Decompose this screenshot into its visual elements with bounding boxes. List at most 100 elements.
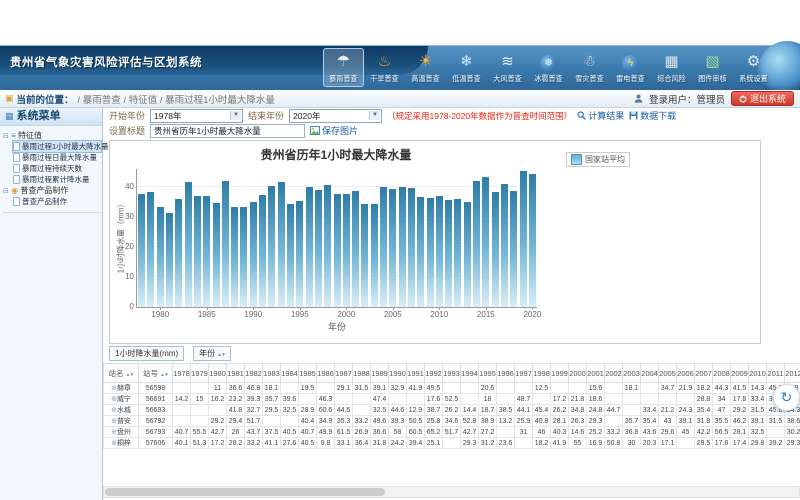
value-cell: 44.1 (515, 405, 533, 416)
value-cell (407, 394, 425, 405)
nav-item-rainstorm[interactable]: ☂暴雨普查 (323, 48, 364, 87)
measure-chip[interactable]: 1小时降水量(mm) (109, 346, 184, 361)
expand-icon[interactable]: ⊕ (111, 440, 117, 447)
value-cell: 31.2 (479, 438, 497, 449)
bar-1987 (222, 181, 229, 307)
nav-item-wind[interactable]: ≋大风普查 (487, 48, 528, 87)
nav-item-label: 暴雨普查 (325, 73, 362, 83)
value-cell: 49.6 (371, 416, 389, 427)
value-cell (263, 416, 281, 427)
bar-2006 (399, 187, 406, 307)
nav-item-heat[interactable]: ☀高温普查 (405, 48, 446, 87)
sidebar-group-1[interactable]: ⊟ ◉ 普查产品制作 (3, 185, 101, 196)
value-cell: 50.8 (605, 438, 623, 449)
collapse-icon[interactable]: ⊟ (3, 133, 9, 140)
scrollbar-thumb[interactable] (105, 488, 385, 496)
chart-legend[interactable]: 国家站平均 (566, 152, 630, 167)
sidebar: ▦系统菜单 ⊟ ≡ 特征值暴雨过程1小时最大降水量暴雨过程日最大降水量暴雨过程持… (0, 108, 103, 500)
value-cell: 12.5 (533, 383, 551, 394)
legend-swatch (571, 154, 582, 165)
drought-icon: ♨ (365, 50, 404, 73)
station-name: ⊕桐梓 (104, 438, 139, 449)
station-id: 56792 (139, 416, 173, 427)
expand-icon[interactable]: ⊕ (111, 396, 117, 403)
nav-item-snow[interactable]: ☃雪灾普查 (569, 48, 610, 87)
expand-icon[interactable]: ⊕ (111, 385, 117, 392)
col-header-year-1978: 1978 (173, 364, 191, 383)
value-cell: 23.2 (227, 394, 245, 405)
bar-1992 (268, 186, 275, 307)
col-header-year-2004: 2004 (641, 364, 659, 383)
nav-item-risk[interactable]: ▦综合风险 (651, 48, 692, 87)
sort-icons[interactable]: ▲▼ (217, 352, 225, 358)
bar-1989 (240, 207, 247, 308)
value-cell: 34.7 (659, 383, 677, 394)
value-cell: 17.4 (731, 438, 749, 449)
station-name: ⊕威宁 (104, 394, 139, 405)
expand-icon[interactable]: ⊕ (111, 418, 117, 425)
sidebar-item-0-0[interactable]: 暴雨过程1小时最大降水量 (13, 141, 101, 152)
value-cell: 39.4 (407, 438, 425, 449)
value-cell: 50.5 (407, 416, 425, 427)
calculate-button[interactable]: 计算结果 (577, 109, 624, 122)
floating-refresh-icon[interactable]: ↻ (773, 384, 800, 411)
bar-2010 (436, 196, 443, 307)
nav-item-cold[interactable]: ❄低温普查 (446, 48, 487, 87)
sidebar-item-1-0[interactable]: 普查产品制作 (13, 196, 101, 207)
chart-title-input[interactable]: 贵州省历年1小时最大降水量 (150, 124, 305, 138)
bar-2007 (408, 188, 415, 307)
value-cell (443, 383, 461, 394)
value-cell: 43 (659, 416, 677, 427)
value-cell: 17.8 (731, 394, 749, 405)
col-header-year-1990: 1990 (389, 364, 407, 383)
nav-item-lightning[interactable]: ϟ雷电普查 (610, 48, 651, 87)
nav-item-drought[interactable]: ♨干旱普查 (364, 48, 405, 87)
expand-icon[interactable]: ⊕ (111, 429, 117, 436)
column-chip[interactable]: 年份▲▼ (193, 346, 231, 361)
value-cell: 14.6 (569, 427, 587, 438)
save-image-button[interactable]: 保存图片 (310, 124, 358, 137)
value-cell (551, 383, 569, 394)
value-cell: 25.2 (587, 427, 605, 438)
col-header-year-2003: 2003 (623, 364, 641, 383)
end-year-select[interactable]: 2020年▼ (289, 109, 382, 123)
value-cell: 51.7 (443, 427, 461, 438)
collapse-icon[interactable]: ⊟ (3, 188, 9, 195)
save-disk-icon (629, 111, 638, 120)
value-cell: 24.8 (587, 405, 605, 416)
nav-item-label: 雷电普查 (612, 73, 649, 83)
value-cell: 32.7 (245, 405, 263, 416)
sidebar-tree: ⊟ ≡ 特征值暴雨过程1小时最大降水量暴雨过程日最大降水量暴雨过程持续天数暴雨过… (0, 126, 102, 213)
value-cell: 29.3 (587, 416, 605, 427)
download-button[interactable]: 数据下载 (629, 109, 676, 122)
col-header-year-1998: 1998 (533, 364, 551, 383)
expand-icon[interactable]: ⊕ (111, 407, 117, 414)
nav-item-map-audit[interactable]: ▧图件审核 (692, 48, 733, 87)
nav-item-hail[interactable]: ❅冰雹普查 (528, 48, 569, 87)
sidebar-item-0-3[interactable]: 暴雨过程累计降水量 (13, 174, 101, 185)
product-icon: ◉ (11, 186, 18, 195)
col-header-year-1989: 1989 (371, 364, 389, 383)
col-header-year-2002: 2002 (605, 364, 623, 383)
filter-row-2: 设置标题 贵州省历年1小时最大降水量 保存图片 (109, 123, 358, 138)
sidebar-item-0-2[interactable]: 暴雨过程持续天数 (13, 163, 101, 174)
sidebar-item-0-1[interactable]: 暴雨过程日最大降水量 (13, 152, 101, 163)
start-year-select[interactable]: 1978年▼ (150, 109, 243, 123)
value-cell: 39.1 (749, 416, 767, 427)
value-cell: 32.9 (389, 383, 407, 394)
value-cell: 33.4 (641, 405, 659, 416)
x-tick-label: 2015 (471, 310, 501, 319)
bar-1983 (185, 182, 192, 307)
value-cell: 43.6 (641, 427, 659, 438)
col-header-year-1981: 1981 (227, 364, 245, 383)
value-cell: 21.8 (569, 394, 587, 405)
logout-button[interactable]: 退出系统 (731, 91, 794, 106)
value-cell: 41.9 (407, 383, 425, 394)
col-header-id[interactable]: 站号▲▼ (139, 364, 173, 383)
value-cell: 46.8 (245, 383, 263, 394)
nav-item-label: 大风普查 (489, 73, 526, 83)
sidebar-group-0[interactable]: ⊟ ≡ 特征值 (3, 130, 101, 141)
horizontal-scrollbar[interactable] (103, 486, 800, 498)
nav-item-settings[interactable]: ⚙系统设置 (733, 48, 774, 87)
col-header-name[interactable]: 站名▲▼ (104, 364, 139, 383)
